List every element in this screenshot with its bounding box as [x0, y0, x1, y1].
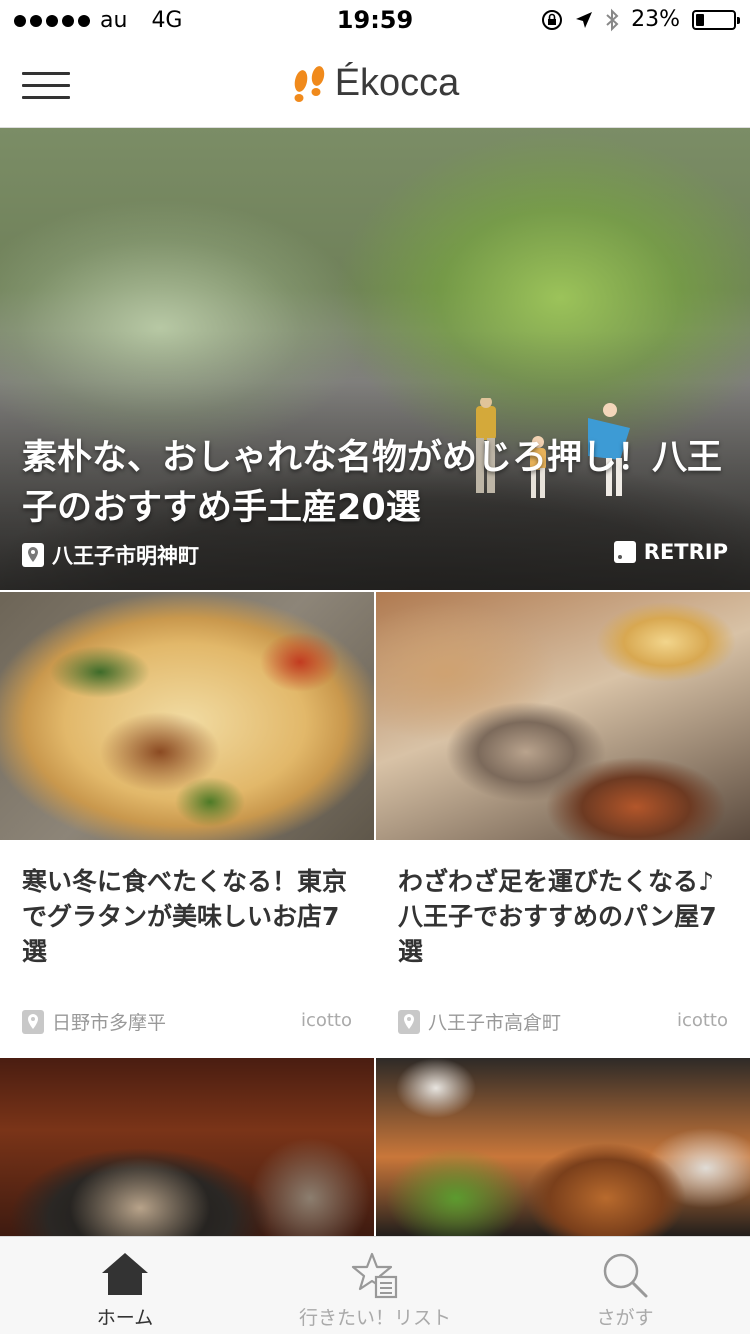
article-location: 八王子市高倉町: [398, 1008, 561, 1035]
bakery-photo: [376, 592, 750, 840]
article-title: 寒い冬に食べたくなる！東京でグラタンが美味しいお店7選: [22, 867, 348, 966]
app-name: Ékocca: [334, 62, 460, 104]
article-location-label: 八王子市高倉町: [428, 1012, 562, 1034]
article-location: 日野市多摩平: [22, 1008, 166, 1035]
location-pin-icon: [398, 1009, 420, 1034]
article-title: わざわざ足を運びたくなる♪八王子でおすすめのパン屋7選: [398, 867, 717, 966]
featured-article[interactable]: 素朴な、おしゃれな名物がめじろ押し！八王子のおすすめ手土産20選 八王子市明神町…: [0, 128, 750, 590]
article-card[interactable]: わざわざ足を運びたくなる♪八王子でおすすめのパン屋7選 八王子市高倉町 icot…: [376, 592, 750, 1056]
tab-label: ホーム: [96, 1307, 154, 1329]
location-pin-icon: [22, 1009, 44, 1034]
tab-search[interactable]: さがす: [500, 1237, 750, 1334]
article-source: icotto: [676, 1010, 728, 1031]
bottom-tab-bar: ホーム 行きたい！リスト さがす: [0, 1236, 750, 1334]
tab-wishlist[interactable]: 行きたい！リスト: [250, 1237, 500, 1334]
tab-label: さがす: [596, 1307, 654, 1329]
app-logo: Ékocca: [0, 62, 750, 105]
star-list-icon: [351, 1252, 398, 1299]
status-bar: au 4G 19:59 23%: [0, 0, 750, 40]
hero-source: RETRIP: [613, 540, 728, 564]
hero-source-label: RETRIP: [643, 540, 728, 564]
gratin-photo: [0, 592, 374, 840]
hero-title: 素朴な、おしゃれな名物がめじろ押し！八王子のおすすめ手土産20選: [22, 438, 723, 528]
battery-percent: 23%: [631, 7, 680, 32]
home-icon: [102, 1253, 148, 1295]
rss-feed-icon: [613, 541, 636, 563]
top-nav-bar: Ékocca: [0, 40, 750, 128]
location-pin-icon: [22, 543, 44, 567]
rotation-lock-icon: [542, 9, 563, 30]
article-location-label: 日野市多摩平: [52, 1012, 167, 1034]
hero-location-label: 八王子市明神町: [52, 544, 199, 568]
tab-label: 行きたい！リスト: [298, 1307, 451, 1329]
article-card[interactable]: 寒い冬に食べたくなる！東京でグラタンが美味しいお店7選 日野市多摩平 icott…: [0, 592, 374, 1056]
battery-icon: [692, 9, 740, 30]
location-arrow-icon: [576, 11, 593, 28]
article-card-image[interactable]: [376, 1058, 750, 1238]
hero-location: 八王子市明神町: [22, 540, 199, 570]
bluetooth-icon: [606, 8, 619, 31]
article-card-image[interactable]: [0, 1058, 374, 1238]
footprints-logo-icon: [294, 66, 324, 102]
article-source: icotto: [300, 1010, 352, 1031]
tab-home[interactable]: ホーム: [0, 1237, 250, 1334]
search-icon: [603, 1253, 648, 1298]
